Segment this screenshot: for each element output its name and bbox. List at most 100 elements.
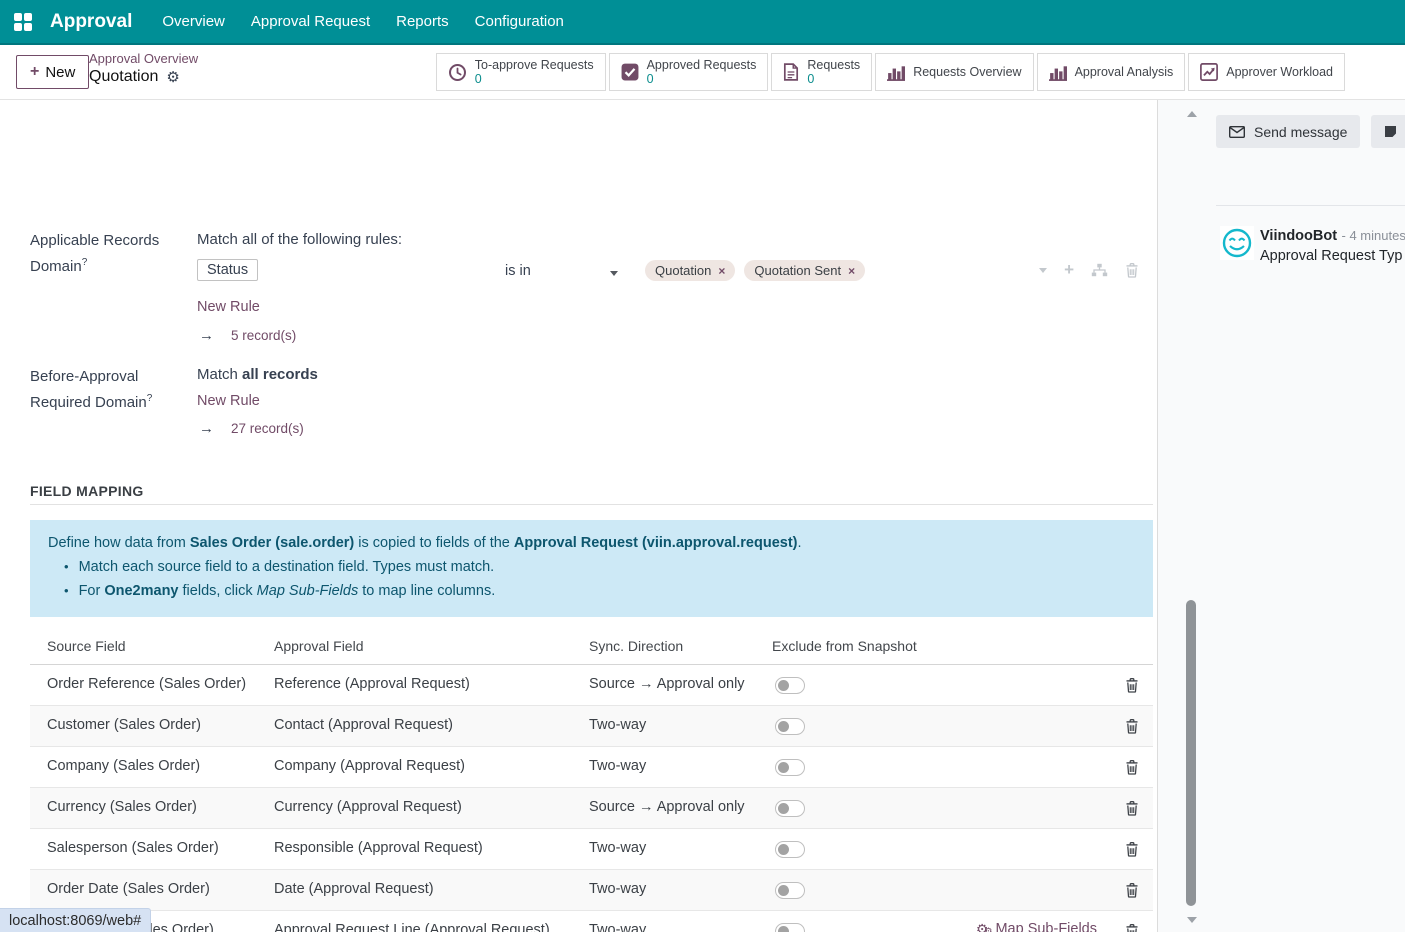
delete-row-icon[interactable] [1125,882,1139,898]
smart-button-label: Approver Workload [1226,65,1333,79]
navbar-menu-approval-request[interactable]: Approval Request [251,13,370,30]
record-count-link[interactable]: 5 record(s) [231,328,296,343]
applicable-domain-label: Applicable Records Domain? [30,230,195,278]
rule-operator-select[interactable]: is in [505,263,531,279]
arrow-right-icon: → [199,327,214,344]
source-field-cell: Company (Sales Order) [47,758,200,774]
help-marker: ? [147,393,153,404]
new-button[interactable]: + New [16,55,89,89]
scrollbar-down-arrow[interactable] [1187,917,1197,923]
delete-rule-icon[interactable] [1125,262,1139,278]
exclude-snapshot-toggle[interactable] [775,677,805,694]
source-field-cell: Customer (Sales Order) [47,717,201,733]
log-note-button[interactable]: Lo [1371,115,1405,148]
delete-row-icon[interactable] [1125,923,1139,932]
approval-field-cell: Date (Approval Request) [274,881,434,897]
mapping-table-body: Order Reference (Sales Order) Reference … [30,665,1153,932]
record-count-link[interactable]: 27 record(s) [231,421,304,436]
new-rule-link[interactable]: New Rule [197,299,260,315]
rule-field-selector[interactable]: Status [197,259,258,281]
chevron-down-icon[interactable] [1039,268,1047,273]
breadcrumb: Approval Overview Quotation ⚙ [89,51,198,86]
table-row[interactable]: Company (Sales Order) Company (Approval … [30,747,1153,788]
sync-direction-cell: Source → Approval only [589,799,745,815]
exclude-snapshot-toggle[interactable] [775,882,805,899]
smart-button[interactable]: Approved Requests 0 [609,53,769,91]
exclude-snapshot-toggle[interactable] [775,800,805,817]
map-subfields-button[interactable]: ⚙⚙ Map Sub-Fields [976,921,1097,932]
smart-button[interactable]: Requests Overview [875,53,1033,91]
bar-chart2-icon [1049,64,1067,81]
breadcrumb-parent[interactable]: Approval Overview [89,51,198,66]
domain-rule-row: Status is in Quotation × Quotation Sent … [197,259,1153,287]
remove-tag-icon[interactable]: × [848,264,855,278]
envelope-icon [1229,126,1245,138]
domain-value-tag: Quotation × [645,260,735,281]
note-icon [1384,125,1397,138]
info-bullet: Match each source field to a destination… [64,555,1135,579]
smart-button-count: 0 [807,72,860,86]
table-row[interactable]: Order Date (Sales Order) Date (Approval … [30,870,1153,911]
gear-icon[interactable]: ⚙ [166,68,179,86]
column-header[interactable]: Exclude from Snapshot [772,638,917,654]
plus-icon: + [30,63,39,81]
source-field-cell: Order Date (Sales Order) [47,881,210,897]
column-header[interactable]: Sync. Direction [589,638,683,654]
table-row[interactable]: Order Lines (Sales Order) Approval Reque… [30,911,1153,932]
line-chart-icon [1200,63,1218,81]
bar-chart-icon [887,64,905,81]
smart-button[interactable]: To-approve Requests 0 [436,53,606,91]
bot-smiley-icon [1220,226,1254,260]
column-header[interactable]: Source Field [47,638,126,654]
add-rule-icon[interactable]: + [1064,263,1074,277]
navbar-menu-overview[interactable]: Overview [162,13,225,30]
approval-field-cell: Company (Approval Request) [274,758,465,774]
delete-row-icon[interactable] [1125,759,1139,775]
smart-button-label: Approved Requests [647,58,757,72]
remove-tag-icon[interactable]: × [718,264,725,278]
delete-row-icon[interactable] [1125,841,1139,857]
smart-button-count: 0 [475,72,594,86]
navbar-menu-configuration[interactable]: Configuration [475,13,564,30]
delete-row-icon[interactable] [1125,800,1139,816]
info-line: Define how data from Sales Order (sale.o… [48,532,1135,555]
table-row[interactable]: Customer (Sales Order) Contact (Approval… [30,706,1153,747]
table-row[interactable]: Order Reference (Sales Order) Reference … [30,665,1153,706]
send-message-button[interactable]: Send message [1216,115,1360,148]
table-row[interactable]: Salesperson (Sales Order) Responsible (A… [30,829,1153,870]
avatar[interactable] [1220,226,1254,260]
section-divider [30,504,1153,505]
smart-button-label: Requests [807,58,860,72]
approval-field-cell: Approval Request Line (Approval Request) [274,922,550,932]
scrollbar-thumb[interactable] [1186,600,1196,906]
field-mapping-table: Source Field Approval Field Sync. Directio… [30,631,1153,932]
smart-button[interactable]: Approval Analysis [1037,53,1186,91]
source-field-cell: Salesperson (Sales Order) [47,840,219,856]
source-field-cell: Order Reference (Sales Order) [47,676,246,692]
sync-direction-cell: Two-way [589,881,646,897]
chatter-divider [1216,205,1405,206]
new-rule-link[interactable]: New Rule [197,393,260,409]
add-branch-icon[interactable] [1091,263,1108,278]
apps-grid-icon[interactable] [14,13,32,31]
delete-row-icon[interactable] [1125,718,1139,734]
scrollbar-up-arrow[interactable] [1187,111,1197,117]
column-header[interactable]: Approval Field [274,638,364,654]
smart-button[interactable]: Approver Workload [1188,53,1345,91]
exclude-snapshot-toggle[interactable] [775,923,805,932]
exclude-snapshot-toggle[interactable] [775,718,805,735]
smart-button-label: Requests Overview [913,65,1021,79]
sync-direction-cell: Two-way [589,840,646,856]
message-timestamp: - 4 minutes a [1342,228,1405,243]
clock-icon [448,63,467,82]
delete-row-icon[interactable] [1125,677,1139,693]
smart-button[interactable]: Requests 0 [771,53,872,91]
cogs-icon: ⚙⚙ [976,922,989,932]
message-author[interactable]: ViindooBot [1260,228,1337,244]
chevron-down-icon[interactable] [610,271,618,276]
exclude-snapshot-toggle[interactable] [775,759,805,776]
navbar-menu-reports[interactable]: Reports [396,13,449,30]
exclude-snapshot-toggle[interactable] [775,841,805,858]
control-panel: + New Approval Overview Quotation ⚙ To-a… [0,45,1405,100]
table-row[interactable]: Currency (Sales Order) Currency (Approva… [30,788,1153,829]
